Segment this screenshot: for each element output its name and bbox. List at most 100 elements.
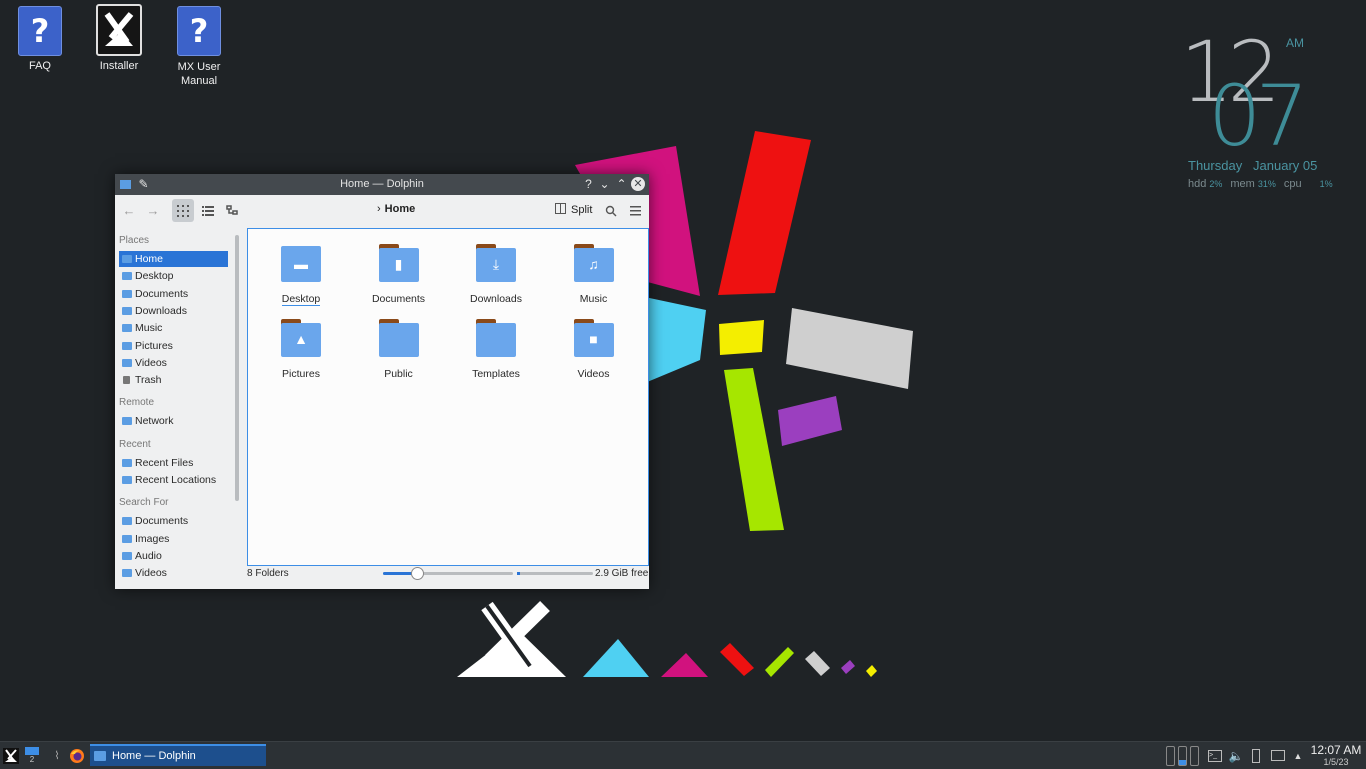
desktop-icon-label: FAQ bbox=[28, 60, 51, 72]
back-button[interactable]: ← bbox=[119, 199, 139, 222]
places-item-music[interactable]: Music bbox=[119, 320, 228, 336]
places-item-downloads[interactable]: Downloads bbox=[119, 303, 228, 319]
folder-name: Videos bbox=[577, 368, 610, 380]
pin-icon[interactable]: ⌇ bbox=[50, 745, 64, 766]
places-item-home[interactable]: Home bbox=[119, 251, 228, 267]
volume-icon[interactable]: 🔈 bbox=[1229, 745, 1244, 766]
clock-widget: 12 07 AM Thursday January 05 hdd 2% mem 31%… bbox=[1180, 30, 1350, 200]
places-item-label: Desktop bbox=[135, 270, 174, 283]
places-item-pictures[interactable]: Pictures bbox=[119, 338, 228, 354]
places-scrollbar[interactable] bbox=[235, 235, 239, 501]
folder-icon bbox=[122, 272, 132, 281]
list-icon bbox=[202, 205, 214, 216]
tray-expand-icon[interactable]: ▲ bbox=[1292, 745, 1304, 766]
places-item-recent-locations[interactable]: Recent Locations bbox=[119, 472, 228, 488]
folder-item[interactable]: ♫ Music bbox=[549, 244, 639, 305]
maximize-icon[interactable]: ⌃ bbox=[614, 177, 629, 192]
folder-icon bbox=[122, 358, 132, 367]
wallpaper-shard-grey bbox=[786, 308, 913, 389]
menu-button[interactable] bbox=[627, 199, 643, 222]
places-item-label: Pictures bbox=[135, 339, 173, 352]
places-item-videos[interactable]: Videos bbox=[119, 355, 228, 371]
desktop-icon-installer[interactable]: Installer bbox=[84, 4, 154, 72]
folder-icon bbox=[122, 341, 132, 350]
zoom-slider-handle[interactable] bbox=[411, 567, 424, 580]
clock-ampm: AM bbox=[1286, 36, 1304, 50]
places-item-images[interactable]: Images bbox=[119, 531, 228, 547]
folder-name: Downloads bbox=[470, 293, 522, 305]
folder-name: Documents bbox=[371, 293, 426, 305]
breadcrumb[interactable]: › Home bbox=[377, 203, 415, 215]
places-item-documents[interactable]: Documents bbox=[119, 513, 228, 529]
task-label: Home — Dolphin bbox=[112, 750, 196, 762]
clock-day: Thursday bbox=[1188, 158, 1243, 173]
stat-mem-label: mem bbox=[1230, 178, 1255, 190]
places-item-documents[interactable]: Documents bbox=[119, 286, 228, 302]
desktop-icon-label: MX User Manual bbox=[177, 61, 221, 87]
folder-item[interactable]: ⤓ Downloads bbox=[451, 244, 541, 305]
pager[interactable]: 2 bbox=[24, 745, 40, 766]
folder-item[interactable]: ▲ Pictures bbox=[256, 319, 346, 380]
places-item-videos[interactable]: Videos bbox=[119, 565, 228, 581]
stat-cpu-label: cpu bbox=[1283, 178, 1302, 190]
search-button[interactable] bbox=[603, 199, 619, 222]
desktop-icon-faq[interactable]: ? FAQ bbox=[5, 6, 75, 72]
folder-item[interactable]: Templates bbox=[451, 319, 541, 380]
mx-menu-button[interactable] bbox=[2, 745, 20, 766]
firefox-icon[interactable] bbox=[68, 745, 86, 766]
split-button[interactable]: Split bbox=[555, 203, 592, 216]
folder-icon bbox=[122, 255, 132, 263]
close-icon[interactable]: ✕ bbox=[631, 177, 645, 191]
battery-widget[interactable] bbox=[1162, 745, 1202, 766]
panel-clock[interactable]: 12:07 AM 1/5/23 bbox=[1308, 743, 1364, 767]
folder-item[interactable]: ▬ Desktop bbox=[256, 244, 346, 306]
usb-icon[interactable] bbox=[1250, 745, 1262, 766]
folder-item[interactable]: ■ Videos bbox=[549, 319, 639, 380]
desktop-icon-label: Installer bbox=[99, 60, 139, 72]
folder-icon bbox=[122, 458, 132, 467]
places-item-label: Audio bbox=[135, 549, 162, 562]
folder-view[interactable]: ▬ Desktop ▮ Documents ⤓ Downloads ♫ Music ▲ Pictu… bbox=[247, 228, 649, 566]
forward-button[interactable]: → bbox=[143, 199, 163, 222]
places-item-recent-files[interactable]: Recent Files bbox=[119, 455, 228, 471]
grid-icon bbox=[177, 204, 189, 217]
wallpaper-shard-red bbox=[718, 131, 811, 295]
chevron-right-icon: › bbox=[377, 203, 381, 215]
folder-item[interactable]: ▮ Documents bbox=[354, 244, 444, 305]
minimize-icon[interactable]: ⌄ bbox=[597, 177, 612, 192]
places-item-label: Recent Locations bbox=[135, 474, 217, 486]
network-icon[interactable] bbox=[1270, 745, 1286, 766]
folder-name: Desktop bbox=[281, 293, 321, 306]
places-item-label: Music bbox=[135, 322, 163, 335]
stat-hdd-label: hdd bbox=[1188, 178, 1207, 190]
icons-view-button[interactable] bbox=[172, 199, 194, 222]
free-space: 2.9 GiB free bbox=[595, 568, 649, 579]
task-dolphin[interactable]: Home — Dolphin bbox=[90, 744, 266, 766]
clock-minute: 07 bbox=[1208, 67, 1309, 165]
places-item-trash[interactable]: Trash bbox=[119, 372, 228, 388]
zoom-slider[interactable] bbox=[383, 567, 513, 580]
stat-cpu-value: 1% bbox=[1319, 179, 1333, 189]
window-title: Home — Dolphin bbox=[340, 178, 424, 190]
wallpaper-dot-yellow bbox=[866, 665, 877, 677]
stat-mem-value: 31% bbox=[1257, 179, 1276, 189]
wallpaper-tri-cyan bbox=[583, 639, 649, 677]
terminal-icon[interactable]: >_ bbox=[1208, 745, 1222, 766]
folder-name: Pictures bbox=[282, 368, 320, 380]
places-item-audio[interactable]: Audio bbox=[119, 548, 228, 564]
details-view-button[interactable] bbox=[197, 199, 219, 222]
pager-desktop-1[interactable] bbox=[25, 746, 39, 755]
help-icon[interactable]: ? bbox=[581, 177, 596, 192]
folder-icon bbox=[122, 569, 132, 578]
search-icon bbox=[605, 205, 617, 216]
desktop-icon-user-manual[interactable]: ? MX User Manual bbox=[164, 6, 234, 88]
folder-icon bbox=[122, 534, 132, 543]
pager-desktop-2[interactable]: 2 bbox=[25, 755, 39, 765]
titlebar[interactable]: ✎ Home — Dolphin ? ⌄ ⌃ ✕ bbox=[115, 174, 649, 195]
folder-item[interactable]: Public bbox=[354, 319, 444, 380]
places-item-desktop[interactable]: Desktop bbox=[119, 268, 228, 284]
toolbar: ← → › Home Split bbox=[115, 195, 649, 226]
tree-view-button[interactable] bbox=[221, 199, 243, 222]
places-item-network[interactable]: Network bbox=[119, 413, 228, 429]
breadcrumb-home: Home bbox=[384, 203, 416, 215]
